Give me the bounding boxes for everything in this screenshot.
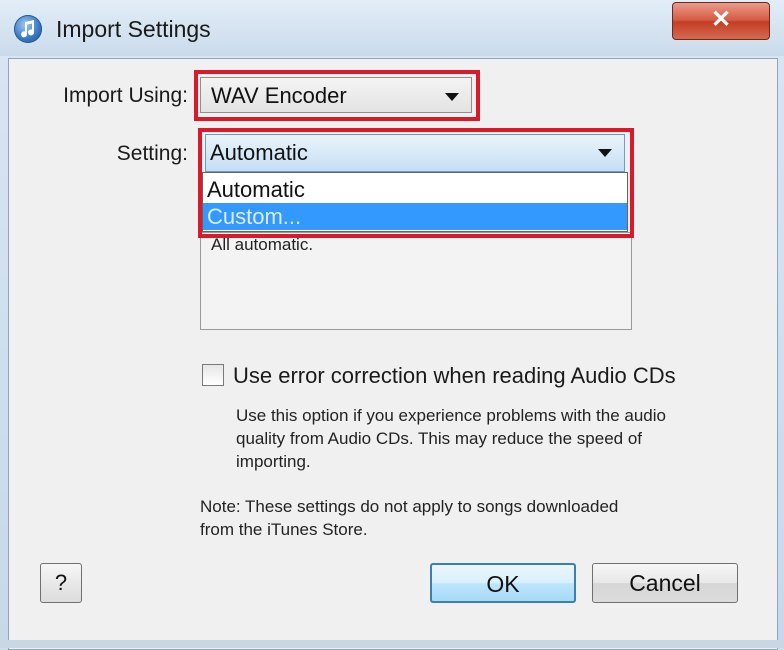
help-button[interactable]: ? bbox=[40, 563, 82, 603]
note-line: Note: These settings do not apply to son… bbox=[200, 497, 619, 516]
error-correction-help: Use this option if you experience proble… bbox=[236, 404, 736, 473]
setting-label: Setting: bbox=[116, 142, 188, 165]
import-using-label: Import Using: bbox=[63, 84, 188, 107]
note-text: Note: These settings do not apply to son… bbox=[200, 495, 720, 541]
close-button[interactable]: ✕ bbox=[672, 2, 770, 40]
setting-description-box: All automatic. bbox=[200, 232, 632, 330]
import-settings-window: Import Settings ✕ Import Using: WAV Enco… bbox=[0, 0, 784, 650]
cancel-button[interactable]: Cancel bbox=[592, 563, 738, 603]
help-line: Use this option if you experience proble… bbox=[236, 406, 666, 425]
import-using-highlight bbox=[194, 70, 480, 121]
itunes-icon bbox=[14, 15, 42, 43]
note-line: from the iTunes Store. bbox=[200, 520, 368, 539]
setting-highlight bbox=[198, 128, 634, 238]
setting-description-text: All automatic. bbox=[211, 235, 314, 254]
title-bar[interactable]: Import Settings ✕ bbox=[0, 0, 784, 56]
help-line: quality from Audio CDs. This may reduce … bbox=[236, 429, 642, 448]
window-title: Import Settings bbox=[56, 16, 211, 42]
window-bottom-edge bbox=[0, 640, 784, 648]
error-correction-label[interactable]: Use error correction when reading Audio … bbox=[233, 363, 676, 389]
help-line: importing. bbox=[236, 452, 311, 471]
ok-button[interactable]: OK bbox=[430, 563, 576, 603]
error-correction-checkbox[interactable] bbox=[202, 364, 224, 386]
